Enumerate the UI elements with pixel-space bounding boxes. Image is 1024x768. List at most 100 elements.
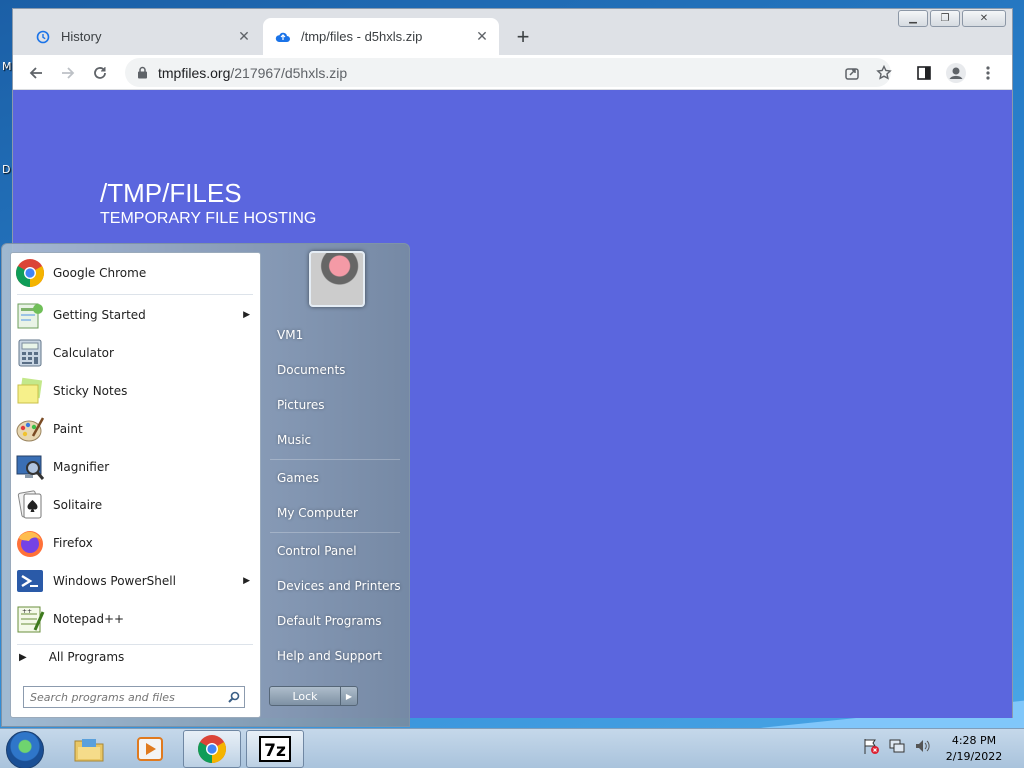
system-clock[interactable]: 4:28 PM 2/19/2022 <box>938 733 1010 765</box>
close-window-button[interactable]: ✕ <box>962 10 1006 27</box>
start-menu-places-pane: VM1 Documents Pictures Music Games My Co… <box>262 244 410 728</box>
start-item-games[interactable]: Games <box>268 463 402 493</box>
start-item-default-programs[interactable]: Default Programs <box>268 606 402 636</box>
site-title[interactable]: /TMP/FILES <box>100 178 242 209</box>
program-label: Windows PowerShell <box>53 574 176 588</box>
start-item-devices-and-printers[interactable]: Devices and Printers <box>268 571 402 601</box>
firefox-icon <box>14 527 46 559</box>
taskbar-explorer[interactable] <box>60 730 118 768</box>
all-programs-button[interactable]: ▶ All Programs <box>19 650 124 664</box>
separator <box>17 644 253 645</box>
svg-text:++: ++ <box>22 608 32 615</box>
network-icon[interactable] <box>888 737 906 755</box>
minimize-button[interactable]: ▁ <box>898 10 928 27</box>
restore-button[interactable]: ❐ <box>930 10 960 27</box>
browser-titlebar: History ✕ /tmp/files - d5hxls.zip ✕ + ▁ … <box>13 9 1012 55</box>
start-item-documents[interactable]: Documents <box>268 355 402 385</box>
tab-title: History <box>61 29 102 44</box>
close-icon[interactable]: ✕ <box>471 26 493 48</box>
powershell-icon <box>14 565 46 597</box>
taskbar-chrome[interactable] <box>183 730 241 768</box>
separator <box>17 294 253 295</box>
program-label: Getting Started <box>53 308 146 322</box>
7zip-label: 7z <box>264 741 286 761</box>
program-label: Notepad++ <box>53 612 125 626</box>
avatar-icon <box>946 63 966 83</box>
tab-history[interactable]: History ✕ <box>23 18 261 55</box>
program-item-calculator[interactable]: Calculator <box>14 335 258 371</box>
forward-button[interactable] <box>55 60 81 86</box>
notepad-plus-plus-icon: ++ <box>14 603 46 635</box>
url-path: /217967/d5hxls.zip <box>230 64 348 81</box>
program-item-magnifier[interactable]: Magnifier <box>14 449 258 485</box>
action-center-flag-icon[interactable] <box>862 737 880 755</box>
arrow-left-icon <box>29 67 42 79</box>
kebab-menu-icon <box>986 66 990 80</box>
triangle-right-icon: ▶ <box>19 651 27 663</box>
browser-toolbar: tmpfiles.org/217967/d5hxls.zip <box>13 55 1012 90</box>
lock-button[interactable]: Lock <box>269 686 341 706</box>
address-bar[interactable]: tmpfiles.org/217967/d5hxls.zip <box>125 58 891 87</box>
start-menu: Google Chrome Getting Started ▶ Calculat… <box>1 243 410 727</box>
start-item-help-and-support[interactable]: Help and Support <box>268 641 402 671</box>
url-host: tmpfiles.org <box>158 64 231 81</box>
chrome-icon <box>198 735 226 763</box>
start-button[interactable] <box>6 731 44 768</box>
program-item-solitaire[interactable]: Solitaire <box>14 487 258 523</box>
program-label: Google Chrome <box>53 266 147 280</box>
start-item-control-panel[interactable]: Control Panel <box>268 536 402 566</box>
search-input[interactable] <box>24 688 224 706</box>
side-panel-button[interactable] <box>911 60 937 86</box>
sticky-notes-icon <box>14 375 46 407</box>
taskbar: 7z 4:28 PM 2/19/2022 <box>0 728 1024 768</box>
search-icon[interactable] <box>224 691 244 703</box>
start-item-vm1[interactable]: VM1 <box>268 320 402 350</box>
shutdown-options-arrow-icon[interactable]: ▶ <box>340 686 358 706</box>
bookmark-button[interactable] <box>871 60 897 86</box>
profile-button[interactable] <box>943 60 969 86</box>
program-label: Solitaire <box>53 498 103 512</box>
system-tray <box>862 737 932 755</box>
desktop-icon-label[interactable]: D <box>2 163 10 176</box>
volume-icon[interactable] <box>914 737 932 755</box>
program-item-paint[interactable]: Paint <box>14 411 258 447</box>
share-button[interactable] <box>839 60 865 86</box>
start-item-pictures[interactable]: Pictures <box>268 390 402 420</box>
clock-time: 4:28 PM <box>951 734 997 747</box>
lock-icon[interactable] <box>137 66 148 79</box>
program-label: Paint <box>53 422 83 436</box>
window-controls: ▁ ❐ ✕ <box>898 10 1006 27</box>
close-icon[interactable]: ✕ <box>233 26 255 48</box>
submenu-arrow-icon: ▶ <box>243 310 250 320</box>
start-menu-programs-pane: Google Chrome Getting Started ▶ Calculat… <box>10 252 261 718</box>
menu-button[interactable] <box>975 60 1001 86</box>
start-item-my-computer[interactable]: My Computer <box>268 498 402 528</box>
new-tab-button[interactable]: + <box>511 24 535 49</box>
program-item-notepad-plus-plus[interactable]: ++ Notepad++ <box>14 601 258 637</box>
taskbar-media-player[interactable] <box>121 730 179 768</box>
start-search-box[interactable] <box>23 686 245 708</box>
star-icon <box>876 65 892 80</box>
site-subtitle: TEMPORARY FILE HOSTING <box>100 210 317 227</box>
user-avatar[interactable] <box>309 251 365 307</box>
program-item-sticky-notes[interactable]: Sticky Notes <box>14 373 258 409</box>
separator <box>270 459 400 460</box>
taskbar-7zip[interactable]: 7z <box>246 730 304 768</box>
media-player-icon <box>137 737 163 761</box>
program-item-google-chrome[interactable]: Google Chrome <box>14 255 258 291</box>
program-item-getting-started[interactable]: Getting Started ▶ <box>14 297 258 333</box>
paint-icon <box>14 413 46 445</box>
program-item-windows-powershell[interactable]: Windows PowerShell ▶ <box>14 563 258 599</box>
upload-cloud-icon <box>275 29 291 45</box>
submenu-arrow-icon: ▶ <box>243 576 250 586</box>
start-item-music[interactable]: Music <box>268 425 402 455</box>
back-button[interactable] <box>23 60 49 86</box>
desktop-icon-label[interactable]: M <box>2 60 12 73</box>
reload-button[interactable] <box>87 60 113 86</box>
solitaire-icon <box>14 489 46 521</box>
program-item-firefox[interactable]: Firefox <box>14 525 258 561</box>
share-icon <box>845 68 859 80</box>
chrome-icon <box>14 257 46 289</box>
tab-tmpfiles[interactable]: /tmp/files - d5hxls.zip ✕ <box>263 18 499 55</box>
separator <box>270 532 400 533</box>
